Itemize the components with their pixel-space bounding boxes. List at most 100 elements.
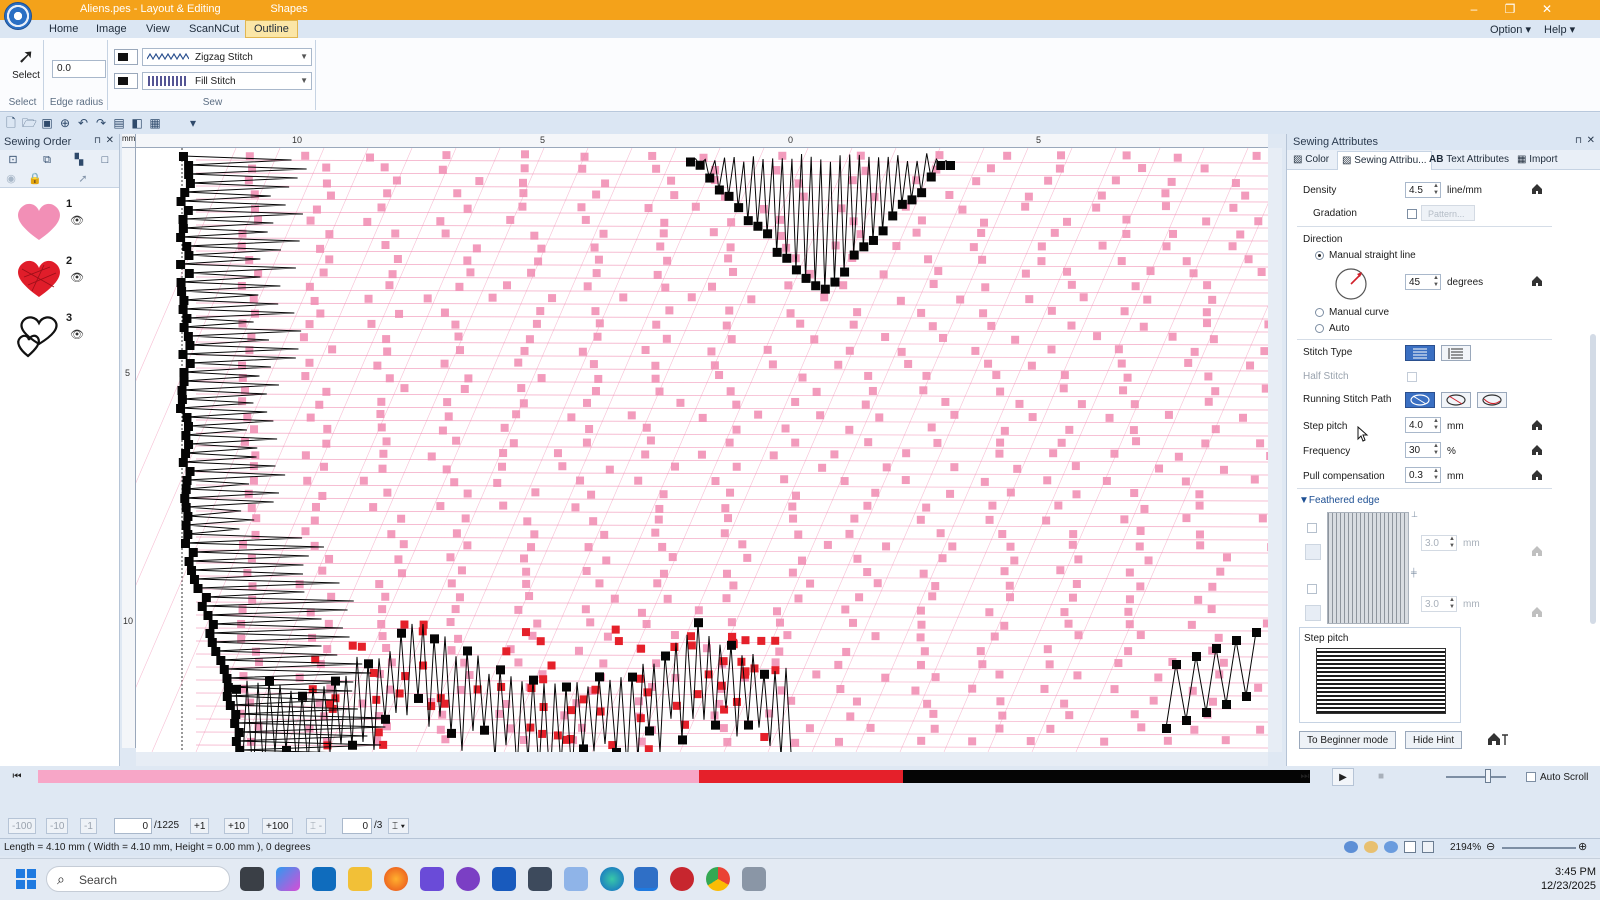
region-color-button[interactable] bbox=[114, 73, 138, 89]
tab-outline[interactable]: Outline bbox=[245, 20, 298, 38]
app-icon[interactable] bbox=[456, 867, 480, 891]
pin-icon[interactable]: ⊓ bbox=[1575, 135, 1582, 146]
step-forward-100-button[interactable]: +100 bbox=[262, 818, 293, 834]
app-icon[interactable] bbox=[670, 867, 694, 891]
app-icon[interactable] bbox=[742, 867, 766, 891]
step-back-10-button[interactable]: -10 bbox=[46, 818, 69, 834]
auto-scroll-checkbox[interactable] bbox=[1526, 772, 1536, 782]
color-back-button[interactable]: ⌶ - bbox=[306, 818, 327, 834]
reset-home-icon[interactable] bbox=[1531, 183, 1543, 195]
reset-home-icon[interactable] bbox=[1531, 419, 1543, 431]
app-logo-icon[interactable] bbox=[4, 2, 32, 30]
step-back-100-button[interactable]: -100 bbox=[8, 818, 37, 834]
sewing-order-item[interactable]: 1 👁 bbox=[14, 198, 94, 250]
line-stitch-select[interactable]: Zigzag Stitch ▼ bbox=[142, 48, 312, 66]
windows-start-icon[interactable] bbox=[16, 869, 36, 889]
stitch-canvas[interactable] bbox=[136, 148, 1268, 752]
edge-radius-input[interactable]: 0.0 bbox=[52, 60, 106, 78]
speed-slider-track[interactable] bbox=[1446, 776, 1506, 778]
reset-home-icon[interactable] bbox=[1531, 606, 1543, 618]
running-path-option-2[interactable] bbox=[1441, 392, 1471, 408]
spin-arrows-icon[interactable]: ▲ ▼ bbox=[1433, 418, 1439, 432]
tab-text-attributes[interactable]: AB Text Attributes bbox=[1429, 154, 1509, 165]
feathered-top-style-icon[interactable] bbox=[1305, 544, 1321, 560]
half-stitch-checkbox[interactable] bbox=[1407, 372, 1417, 382]
copilot-icon[interactable] bbox=[276, 867, 300, 891]
tab-view[interactable]: View bbox=[146, 23, 170, 35]
open-file-icon[interactable]: 🗁 bbox=[22, 116, 37, 130]
customize-icon[interactable]: ▾ bbox=[186, 116, 200, 130]
tab-import[interactable]: ▦ Import bbox=[1517, 154, 1558, 165]
visibility-eye-icon[interactable]: 👁 bbox=[70, 271, 84, 284]
view-mode-3-icon[interactable] bbox=[1384, 841, 1398, 853]
visibility-eye-icon[interactable]: 👁 bbox=[70, 328, 84, 341]
color-forward-button[interactable]: ⌶ ▾ bbox=[388, 818, 409, 834]
stitch-progress-bar[interactable] bbox=[38, 770, 1310, 783]
layout-editing-app-icon[interactable] bbox=[634, 867, 658, 891]
speed-slider-handle[interactable] bbox=[1485, 769, 1491, 783]
region-stitch-select[interactable]: Fill Stitch ▼ bbox=[142, 72, 312, 90]
tab-image[interactable]: Image bbox=[96, 23, 127, 35]
spin-arrows-icon[interactable]: ▲ ▼ bbox=[1449, 597, 1455, 611]
spin-arrows-icon[interactable]: ▲ ▼ bbox=[1433, 443, 1439, 457]
direction-dial-icon[interactable] bbox=[1333, 266, 1369, 302]
running-path-option-1[interactable] bbox=[1405, 392, 1435, 408]
vertical-scrollbar[interactable] bbox=[1268, 148, 1282, 752]
file-explorer-icon[interactable] bbox=[348, 867, 372, 891]
restore-button[interactable]: ❐ bbox=[1498, 2, 1522, 16]
tab-scanncut[interactable]: ScanNCut bbox=[189, 23, 239, 35]
visibility-eye-icon[interactable]: 👁 bbox=[70, 214, 84, 227]
taskbar-search-box[interactable]: ⌕ Search bbox=[46, 866, 230, 892]
zoom-slider[interactable] bbox=[1502, 847, 1576, 849]
zoom-in-icon[interactable]: ⊕ bbox=[1578, 840, 1587, 853]
app-icon[interactable] bbox=[564, 867, 588, 891]
realistic-view-icon[interactable]: ◧ bbox=[130, 116, 144, 130]
redo-icon[interactable]: ↷ bbox=[94, 116, 108, 130]
auto-radio[interactable] bbox=[1315, 324, 1324, 333]
design-settings-icon[interactable]: ▦ bbox=[148, 116, 162, 130]
tab-sewing-attributes[interactable]: ▨ Sewing Attribu... bbox=[1337, 151, 1432, 170]
line-color-button[interactable] bbox=[114, 49, 138, 65]
eye-icon[interactable]: ◉ bbox=[4, 172, 18, 186]
taskbar-clock[interactable]: 3:45 PM 12/23/2025 bbox=[1526, 865, 1596, 893]
stitch-type-normal-button[interactable] bbox=[1405, 345, 1435, 361]
running-path-option-3[interactable] bbox=[1477, 392, 1507, 408]
page-view-icon[interactable] bbox=[1422, 841, 1434, 853]
reset-home-icon[interactable] bbox=[1531, 275, 1543, 287]
undo-icon[interactable]: ↶ bbox=[76, 116, 90, 130]
close-icon[interactable]: ✕ bbox=[106, 135, 114, 146]
view-mode-2-icon[interactable] bbox=[1364, 841, 1378, 853]
spin-arrows-icon[interactable]: ▲ ▼ bbox=[1433, 275, 1439, 289]
pull-compensation-input[interactable]: 0.3 ▲ ▼ bbox=[1405, 467, 1441, 483]
feathered-bottom-checkbox[interactable] bbox=[1307, 584, 1317, 594]
sewing-order-item[interactable]: 2 👁 bbox=[14, 255, 94, 307]
tab-home[interactable]: Home bbox=[49, 23, 78, 35]
reset-home-icon[interactable] bbox=[1531, 444, 1543, 456]
step-pitch-input[interactable]: 4.0 ▲ ▼ bbox=[1405, 417, 1441, 433]
feathered-bottom-style-icon[interactable] bbox=[1305, 605, 1321, 621]
hide-hint-button[interactable]: Hide Hint bbox=[1405, 731, 1463, 749]
jump-to-end-icon[interactable]: ⏭ bbox=[1296, 768, 1314, 786]
angle-input[interactable]: 45 ▲ ▼ bbox=[1405, 274, 1441, 290]
horizontal-scrollbar[interactable] bbox=[136, 752, 1268, 766]
attributes-scrollbar[interactable] bbox=[1590, 334, 1596, 624]
color-position-input[interactable]: 0 bbox=[342, 818, 372, 834]
step-back-1-button[interactable]: -1 bbox=[80, 818, 97, 834]
spin-arrows-icon[interactable]: ▲ ▼ bbox=[1449, 536, 1455, 550]
play-button[interactable]: ▶ bbox=[1332, 768, 1354, 786]
reset-all-icon[interactable] bbox=[1487, 732, 1509, 749]
merge-icon[interactable]: ⧉ bbox=[40, 153, 54, 167]
edge-icon[interactable] bbox=[600, 867, 624, 891]
save-icon[interactable]: ▣ bbox=[40, 116, 54, 130]
frequency-input[interactable]: 30 ▲ ▼ bbox=[1405, 442, 1441, 458]
word-icon[interactable] bbox=[492, 867, 516, 891]
grid-view-icon[interactable] bbox=[1404, 841, 1416, 853]
jump-to-start-icon[interactable]: ⏮ bbox=[8, 768, 26, 786]
stitch-position-input[interactable]: 0 bbox=[114, 818, 152, 834]
help-menu[interactable]: Help ▾ bbox=[1544, 23, 1575, 36]
reset-home-icon[interactable] bbox=[1531, 469, 1543, 481]
zoom-icon[interactable]: ⊕ bbox=[58, 116, 72, 130]
chrome-icon[interactable] bbox=[706, 867, 730, 891]
pointer-icon[interactable]: ➚ bbox=[76, 172, 90, 186]
color-sort-icon[interactable]: ▚ bbox=[72, 153, 86, 167]
